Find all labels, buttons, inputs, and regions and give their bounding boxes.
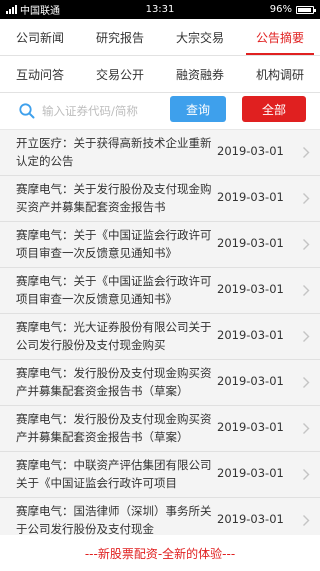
tab-row2-1[interactable]: 交易公开 [80, 56, 160, 92]
status-right: 96% [269, 4, 316, 15]
announcement-title: 赛摩电气：中联资产评估集团有限公司关于《中国证监会行政许可项目 [16, 458, 212, 490]
announcement-date: 2019-03-01 [217, 466, 284, 480]
query-button[interactable]: 查询 [170, 96, 226, 122]
chevron-right-icon [303, 147, 310, 158]
announcement-row[interactable]: 赛摩电气：中联资产评估集团有限公司关于《中国证监会行政许可项目 2019-03-0… [0, 452, 320, 498]
tab-row2-3[interactable]: 机构调研 [240, 56, 320, 92]
announcement-date: 2019-03-01 [217, 236, 284, 250]
announcement-title: 赛摩电气：关于发行股份及支付现金购买资产并募集配套资金报告书 [16, 182, 212, 214]
announcement-title: 开立医疗：关于获得高新技术企业重新认定的公告 [16, 136, 212, 168]
announcement-date: 2019-03-01 [217, 420, 284, 434]
announcement-title: 赛摩电气：发行股份及支付现金购买资产并募集配套资金报告书（草案） [16, 366, 212, 398]
tab-row1-0[interactable]: 公司新闻 [0, 19, 80, 55]
announcement-row[interactable]: 赛摩电气：关于《中国证监会行政许可项目审查一次反馈意见通知书》 2019-03-0… [0, 268, 320, 314]
signal-icon [6, 5, 17, 14]
chevron-right-icon [303, 423, 310, 434]
search-icon[interactable] [18, 102, 36, 120]
announcement-title: 赛摩电气：关于《中国证监会行政许可项目审查一次反馈意见通知书》 [16, 228, 212, 260]
announcement-row[interactable]: 赛摩电气：发行股份及支付现金购买资产并募集配套资金报告书（草案） 2019-03-… [0, 360, 320, 406]
announcement-title: 赛摩电气：关于《中国证监会行政许可项目审查一次反馈意见通知书》 [16, 274, 212, 306]
announcement-date: 2019-03-01 [217, 190, 284, 204]
tab-row1-3[interactable]: 公告摘要 [240, 19, 320, 55]
announcement-row[interactable]: 赛摩电气：光大证券股份有限公司关于公司发行股份及支付现金购买 2019-03-01 [0, 314, 320, 360]
chevron-right-icon [303, 285, 310, 296]
security-code-input[interactable] [42, 100, 160, 122]
tab-row1-2[interactable]: 大宗交易 [160, 19, 240, 55]
chevron-right-icon [303, 469, 310, 480]
announcement-row[interactable]: 开立医疗：关于获得高新技术企业重新认定的公告 2019-03-01 [0, 130, 320, 176]
tab-row1-1[interactable]: 研究报告 [80, 19, 160, 55]
search-bar: 查询 全部 [0, 93, 320, 130]
announcement-title: 赛摩电气：光大证券股份有限公司关于公司发行股份及支付现金购买 [16, 320, 212, 352]
announcement-row[interactable]: 赛摩电气：国浩律师（深圳）事务所关于公司发行股份及支付现金 2019-03-01 [0, 498, 320, 535]
chevron-right-icon [303, 193, 310, 204]
announcement-date: 2019-03-01 [217, 282, 284, 296]
chevron-right-icon [303, 377, 310, 388]
status-bar: 中国联通 13:31 96% [0, 0, 320, 19]
announcement-list: 开立医疗：关于获得高新技术企业重新认定的公告 2019-03-01 赛摩电气：关于发… [0, 130, 320, 535]
announcement-row[interactable]: 赛摩电气：关于《中国证监会行政许可项目审查一次反馈意见通知书》 2019-03-0… [0, 222, 320, 268]
footer-banner[interactable]: ---新股票配资-全新的体验--- [0, 535, 320, 571]
chevron-right-icon [303, 515, 310, 526]
chevron-right-icon [303, 331, 310, 342]
announcement-date: 2019-03-01 [217, 328, 284, 342]
battery-percent: 96% [269, 4, 292, 15]
announcement-row[interactable]: 赛摩电气：发行股份及支付现金购买资产并募集配套资金报告书（草案） 2019-03-… [0, 406, 320, 452]
announcement-title: 赛摩电气：国浩律师（深圳）事务所关于公司发行股份及支付现金 [16, 504, 212, 535]
announcement-title: 赛摩电气：发行股份及支付现金购买资产并募集配套资金报告书（草案） [16, 412, 212, 444]
announcement-date: 2019-03-01 [217, 512, 284, 526]
chevron-right-icon [303, 239, 310, 250]
tab-row-top: 公司新闻 研究报告 大宗交易 公告摘要 [0, 19, 320, 56]
announcement-date: 2019-03-01 [217, 144, 284, 158]
battery-icon [296, 5, 316, 14]
tab-row-bottom: 互动问答 交易公开 融资融券 机构调研 [0, 56, 320, 93]
tab-row2-0[interactable]: 互动问答 [0, 56, 80, 92]
announcement-date: 2019-03-01 [217, 374, 284, 388]
carrier-name: 中国联通 [20, 6, 60, 17]
status-left: 中国联通 [6, 2, 60, 17]
all-button[interactable]: 全部 [242, 96, 306, 122]
announcement-row[interactable]: 赛摩电气：关于发行股份及支付现金购买资产并募集配套资金报告书 2019-03-01 [0, 176, 320, 222]
tab-row2-2[interactable]: 融资融券 [160, 56, 240, 92]
category-tabs: 公司新闻 研究报告 大宗交易 公告摘要 互动问答 交易公开 融资融券 机构调研 [0, 19, 320, 93]
